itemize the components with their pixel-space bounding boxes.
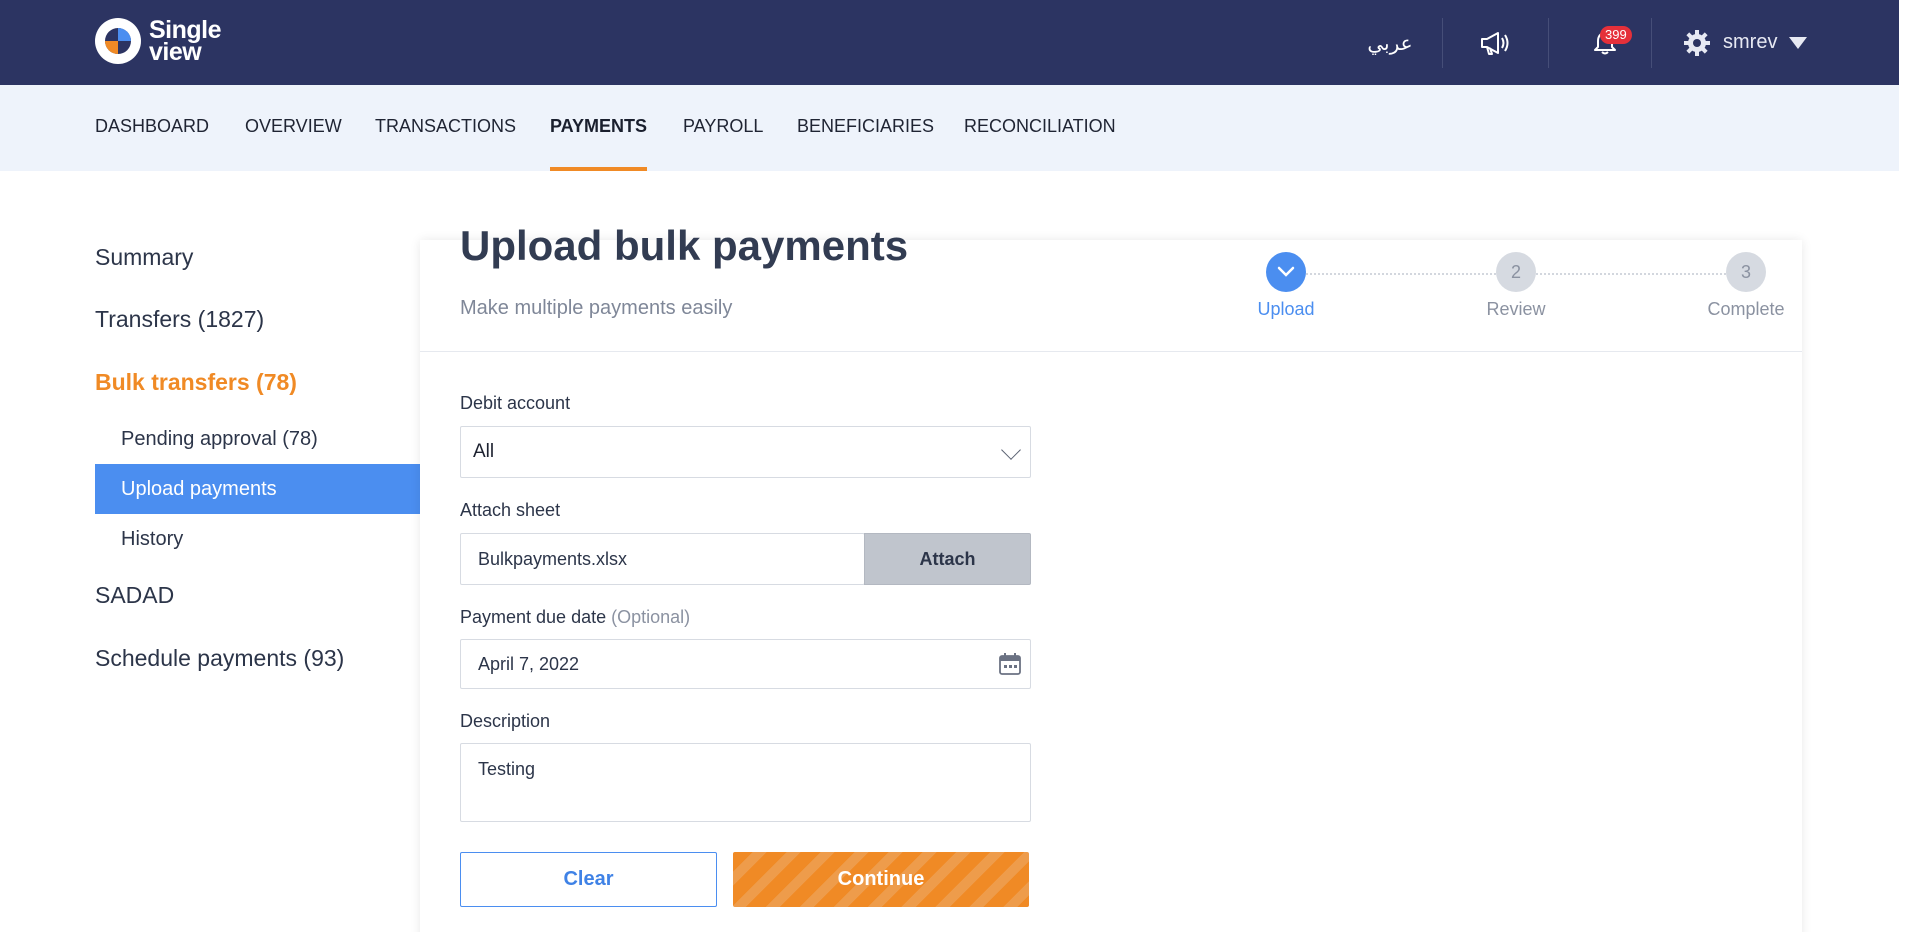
header-divider	[1548, 18, 1549, 68]
stepper-connector	[1306, 273, 1496, 275]
nav-payments[interactable]: PAYMENTS	[550, 85, 648, 171]
clear-button[interactable]: Clear	[460, 852, 717, 907]
description-label: Description	[460, 711, 551, 731]
upload-card	[420, 240, 1802, 932]
optional-hint: (Optional)	[611, 607, 691, 627]
main-nav: DASHBOARD OVERVIEW TRANSACTIONS PAYMENTS…	[0, 85, 1899, 171]
logo-line-2: view	[149, 38, 202, 66]
notification-count-badge: 399	[1600, 26, 1632, 44]
page-subtitle: Make multiple payments easily	[460, 297, 733, 319]
user-menu[interactable]: smrev	[1683, 0, 1809, 85]
logo-text: Single view	[149, 18, 222, 66]
step-complete-indicator: 3	[1726, 252, 1766, 292]
nav-overview[interactable]: OVERVIEW	[245, 85, 342, 171]
payment-due-date-label-text: Payment due date	[460, 607, 607, 627]
attach-sheet-label: Attach sheet	[460, 500, 561, 520]
app-viewport: Single view عربي 399 smrev DASHBOARD OVE…	[0, 0, 1899, 932]
debit-account-value: All	[473, 441, 495, 462]
header-divider	[1651, 18, 1652, 68]
gear-icon	[1684, 29, 1710, 56]
step-review-indicator: 2	[1496, 252, 1536, 292]
checkmark-icon	[1277, 266, 1295, 277]
payment-due-date-value: April 7, 2022	[478, 654, 580, 674]
step-upload-label: Upload	[1257, 299, 1315, 319]
description-textarea[interactable]: Testing	[460, 743, 1031, 822]
card-divider	[420, 351, 1802, 352]
user-name: smrev	[1723, 31, 1778, 53]
sidebar-item-bulk-transfers[interactable]: Bulk transfers (78)	[95, 369, 297, 396]
nav-transactions[interactable]: TRANSACTIONS	[375, 85, 516, 171]
chevron-down-icon	[1001, 440, 1021, 460]
step-review-label: Review	[1486, 299, 1546, 319]
sidebar-subitem-upload-payments[interactable]: Upload payments	[95, 464, 420, 514]
top-header: Single view عربي 399 smrev	[0, 0, 1899, 85]
sidebar-item-transfers[interactable]: Transfers (1827)	[95, 306, 264, 333]
calendar-icon[interactable]	[998, 652, 1022, 676]
page-title: Upload bulk payments	[460, 222, 909, 269]
sidebar-item-schedule-payments[interactable]: Schedule payments (93)	[95, 645, 344, 672]
single-view-logo[interactable]: Single view	[95, 18, 222, 66]
step-complete-label: Complete	[1707, 299, 1785, 319]
nav-dashboard[interactable]: DASHBOARD	[95, 85, 209, 171]
debit-account-select[interactable]: All	[460, 426, 1031, 478]
logo-icon	[95, 18, 141, 64]
payment-due-date-input[interactable]: April 7, 2022	[460, 639, 1031, 689]
sidebar-item-summary[interactable]: Summary	[95, 244, 193, 271]
payment-due-date-label: Payment due date (Optional)	[460, 607, 690, 628]
debit-account-label: Debit account	[460, 393, 571, 413]
nav-payroll[interactable]: PAYROLL	[683, 85, 763, 171]
announcements-button[interactable]	[1475, 0, 1515, 85]
nav-reconciliation[interactable]: RECONCILIATION	[964, 85, 1116, 171]
stepper-connector	[1536, 273, 1726, 275]
notifications-button[interactable]: 399	[1580, 0, 1632, 85]
language-switch[interactable]: عربي	[1360, 0, 1420, 85]
sidebar-subitem-pending-approval[interactable]: Pending approval (78)	[95, 414, 420, 464]
file-name-field[interactable]: Bulkpayments.xlsx	[460, 533, 865, 585]
sidebar-subitem-history[interactable]: History	[95, 514, 420, 564]
header-divider	[1442, 18, 1443, 68]
sidebar-item-sadad[interactable]: SADAD	[95, 582, 174, 609]
megaphone-icon	[1481, 31, 1509, 55]
nav-beneficiaries[interactable]: BENEFICIARIES	[797, 85, 934, 171]
step-upload-indicator	[1266, 252, 1306, 292]
caret-down-icon	[1789, 36, 1808, 49]
attach-button[interactable]: Attach	[864, 533, 1031, 585]
page-edge	[1899, 0, 1920, 932]
continue-button[interactable]: Continue	[733, 852, 1029, 907]
